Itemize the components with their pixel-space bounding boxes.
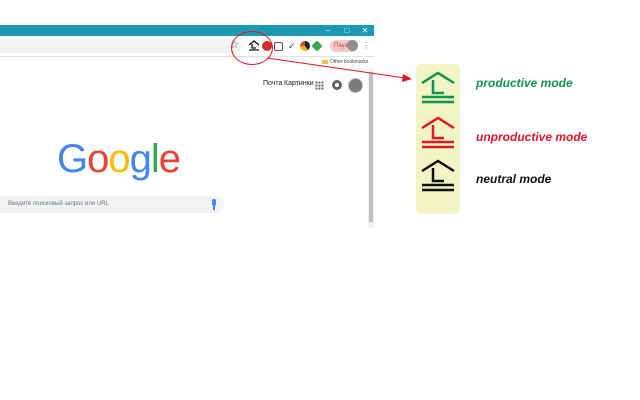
extension-pie-icon[interactable]: [300, 41, 310, 51]
logo-letter: l: [150, 137, 160, 181]
search-placeholder: Введите поисковый запрос или URL: [8, 201, 109, 207]
productive-mode-label: productive mode: [476, 76, 573, 90]
logo-letter: o: [87, 137, 109, 181]
logo-letter: G: [57, 137, 88, 181]
extension-box-icon[interactable]: [274, 42, 283, 51]
title-bar: [0, 25, 374, 36]
apps-grid-icon[interactable]: [315, 81, 324, 90]
extension-check-icon[interactable]: ✓: [288, 41, 296, 51]
notifications-icon[interactable]: [332, 80, 342, 90]
bookmarks-bar: [0, 57, 374, 68]
microphone-icon[interactable]: [212, 199, 216, 206]
productive-mode-icon: [421, 71, 455, 104]
maximize-button[interactable]: □: [341, 26, 353, 35]
google-logo: Google: [57, 137, 181, 181]
unproductive-mode-label: unproductive mode: [476, 130, 588, 144]
address-bar[interactable]: [0, 39, 242, 53]
close-button[interactable]: ✕: [359, 26, 371, 35]
unproductive-mode-icon: [421, 116, 455, 149]
microphone-stand: [213, 206, 215, 210]
folder-icon: [322, 59, 328, 64]
neutral-mode-label: neutral mode: [476, 172, 552, 186]
other-bookmarks-link[interactable]: Other bookmarks: [322, 58, 368, 67]
logo-letter: g: [129, 137, 152, 181]
scrollbar-thumb[interactable]: [369, 72, 373, 222]
other-bookmarks-label: Other bookmarks: [330, 59, 369, 65]
minimize-button[interactable]: –: [322, 26, 334, 35]
profile-avatar[interactable]: [347, 40, 358, 51]
logo-letter: e: [158, 137, 181, 181]
account-avatar[interactable]: [348, 78, 363, 93]
menu-dots-icon[interactable]: ⋮: [362, 40, 370, 52]
logo-letter: o: [108, 137, 130, 181]
mail-link[interactable]: Почта: [263, 80, 282, 87]
images-link[interactable]: Картинки: [284, 80, 314, 87]
extension-highlight-circle: [231, 31, 273, 65]
neutral-mode-icon: [421, 159, 455, 192]
